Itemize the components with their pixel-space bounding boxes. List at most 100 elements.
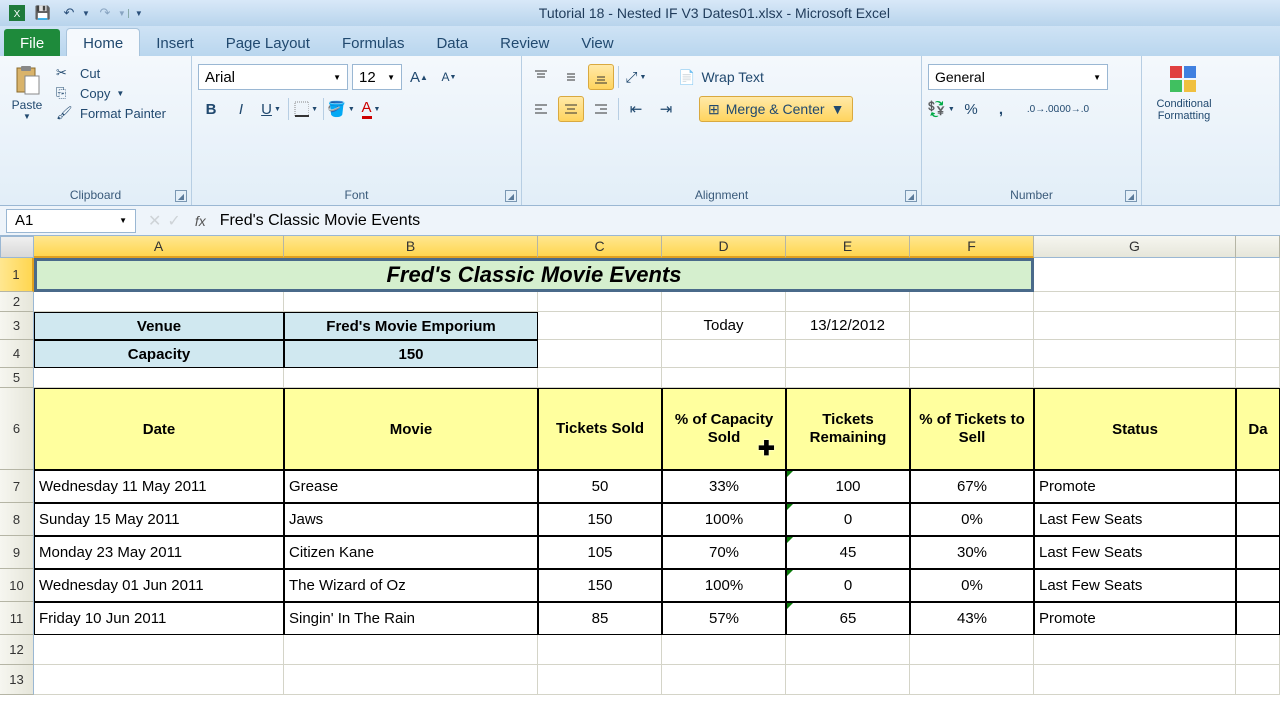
cell[interactable] bbox=[910, 368, 1034, 388]
cell-pct-cap[interactable]: 33% bbox=[662, 470, 786, 503]
capacity-value-cell[interactable]: 150 bbox=[284, 340, 538, 368]
shrink-font-button[interactable]: A▼ bbox=[436, 64, 462, 90]
cell[interactable] bbox=[284, 635, 538, 665]
cell[interactable] bbox=[1034, 340, 1236, 368]
formula-input[interactable]: Fred's Classic Movie Events bbox=[214, 210, 1280, 232]
cell[interactable] bbox=[1236, 602, 1280, 635]
row-header-13[interactable]: 13 bbox=[0, 665, 34, 695]
cell-pct-cap[interactable]: 100% bbox=[662, 503, 786, 536]
tab-view[interactable]: View bbox=[565, 29, 629, 56]
cell[interactable] bbox=[786, 292, 910, 312]
today-label-cell[interactable]: Today bbox=[662, 312, 786, 340]
cell[interactable] bbox=[538, 340, 662, 368]
col-header-c[interactable]: C bbox=[538, 236, 662, 258]
qat-customize-icon[interactable]: ▼ bbox=[128, 9, 143, 18]
cell[interactable] bbox=[662, 340, 786, 368]
cancel-icon[interactable]: ✕ bbox=[148, 211, 161, 231]
font-color-button[interactable]: A▼ bbox=[358, 96, 384, 122]
header-last[interactable]: Da bbox=[1236, 388, 1280, 470]
decrease-indent-button[interactable]: ⇤ bbox=[623, 96, 649, 122]
cell[interactable] bbox=[1236, 312, 1280, 340]
cell[interactable] bbox=[1236, 569, 1280, 602]
cell[interactable] bbox=[662, 665, 786, 695]
sheet-title-cell[interactable]: Fred's Classic Movie Events bbox=[34, 258, 1034, 292]
tab-home[interactable]: Home bbox=[66, 28, 140, 56]
cell-pct-sell[interactable]: 0% bbox=[910, 503, 1034, 536]
cell[interactable] bbox=[1236, 536, 1280, 569]
cell[interactable] bbox=[662, 635, 786, 665]
excel-icon[interactable]: X bbox=[6, 3, 28, 23]
increase-decimal-button[interactable]: .0→.00 bbox=[1030, 96, 1056, 122]
cell[interactable] bbox=[1034, 258, 1236, 292]
cell-status[interactable]: Promote bbox=[1034, 470, 1236, 503]
cell-status[interactable]: Promote bbox=[1034, 602, 1236, 635]
cell-status[interactable]: Last Few Seats bbox=[1034, 503, 1236, 536]
cell-movie[interactable]: Singin' In The Rain bbox=[284, 602, 538, 635]
header-movie[interactable]: Movie bbox=[284, 388, 538, 470]
number-launcher-icon[interactable]: ◢ bbox=[1125, 190, 1137, 202]
cell-movie[interactable]: Grease bbox=[284, 470, 538, 503]
row-header-4[interactable]: 4 bbox=[0, 340, 34, 368]
cell[interactable] bbox=[284, 665, 538, 695]
number-format-select[interactable]: General▼ bbox=[928, 64, 1108, 90]
cell[interactable] bbox=[1236, 368, 1280, 388]
cell[interactable] bbox=[662, 368, 786, 388]
cell-remain[interactable]: 0 bbox=[786, 569, 910, 602]
cell-remain[interactable]: 0 bbox=[786, 503, 910, 536]
undo-icon[interactable]: ↶ bbox=[58, 3, 80, 23]
align-left-button[interactable] bbox=[528, 96, 554, 122]
row-header-5[interactable]: 5 bbox=[0, 368, 34, 388]
bold-button[interactable]: B bbox=[198, 96, 224, 122]
col-header-e[interactable]: E bbox=[786, 236, 910, 258]
cell[interactable] bbox=[34, 665, 284, 695]
row-header-7[interactable]: 7 bbox=[0, 470, 34, 503]
increase-indent-button[interactable]: ⇥ bbox=[653, 96, 679, 122]
cell[interactable] bbox=[1236, 635, 1280, 665]
cell-movie[interactable]: Jaws bbox=[284, 503, 538, 536]
tab-file[interactable]: File bbox=[4, 29, 60, 56]
col-header-a[interactable]: A bbox=[34, 236, 284, 258]
cell[interactable] bbox=[1236, 292, 1280, 312]
row-header-6[interactable]: 6 bbox=[0, 388, 34, 470]
cell-pct-sell[interactable]: 43% bbox=[910, 602, 1034, 635]
grow-font-button[interactable]: A▲ bbox=[406, 64, 432, 90]
cell[interactable] bbox=[1236, 503, 1280, 536]
cell-date[interactable]: Monday 23 May 2011 bbox=[34, 536, 284, 569]
cell[interactable] bbox=[34, 635, 284, 665]
row-header-2[interactable]: 2 bbox=[0, 292, 34, 312]
cell[interactable] bbox=[910, 312, 1034, 340]
tab-data[interactable]: Data bbox=[420, 29, 484, 56]
cell[interactable] bbox=[786, 340, 910, 368]
merge-center-button[interactable]: ⊞Merge & Center▼ bbox=[699, 96, 853, 122]
copy-button[interactable]: ⎘Copy▼ bbox=[52, 84, 170, 102]
cell-movie[interactable]: The Wizard of Oz bbox=[284, 569, 538, 602]
fill-color-button[interactable]: 🪣▼ bbox=[328, 96, 354, 122]
cell[interactable] bbox=[34, 292, 284, 312]
alignment-launcher-icon[interactable]: ◢ bbox=[905, 190, 917, 202]
cell[interactable] bbox=[1236, 470, 1280, 503]
select-all-corner[interactable] bbox=[0, 236, 34, 258]
cell-pct-cap[interactable]: 70% bbox=[662, 536, 786, 569]
save-icon[interactable]: 💾 bbox=[32, 3, 54, 23]
cell-remain[interactable]: 45 bbox=[786, 536, 910, 569]
align-middle-button[interactable] bbox=[558, 64, 584, 90]
cell-pct-sell[interactable]: 0% bbox=[910, 569, 1034, 602]
clipboard-launcher-icon[interactable]: ◢ bbox=[175, 190, 187, 202]
header-sold[interactable]: Tickets Sold bbox=[538, 388, 662, 470]
row-header-12[interactable]: 12 bbox=[0, 635, 34, 665]
paste-button[interactable]: Paste ▼ bbox=[6, 60, 48, 121]
name-box[interactable]: A1▼ bbox=[6, 209, 136, 233]
conditional-formatting-button[interactable]: Conditional Formatting bbox=[1148, 60, 1220, 122]
cell-pct-cap[interactable]: 100% bbox=[662, 569, 786, 602]
cell-remain[interactable]: 65 bbox=[786, 602, 910, 635]
cell[interactable] bbox=[538, 635, 662, 665]
redo-drop-icon[interactable]: ▼ bbox=[118, 9, 126, 18]
capacity-label-cell[interactable]: Capacity bbox=[34, 340, 284, 368]
cell[interactable] bbox=[662, 292, 786, 312]
cell[interactable] bbox=[786, 665, 910, 695]
header-pct-cap[interactable]: % of Capacity Sold bbox=[662, 388, 786, 470]
cell-sold[interactable]: 85 bbox=[538, 602, 662, 635]
align-right-button[interactable] bbox=[588, 96, 614, 122]
row-header-9[interactable]: 9 bbox=[0, 536, 34, 569]
cell[interactable] bbox=[1236, 258, 1280, 292]
